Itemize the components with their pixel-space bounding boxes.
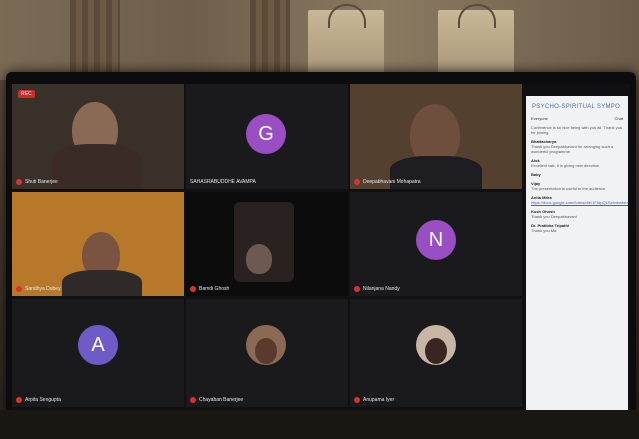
- desk-surface: [0, 410, 639, 439]
- mic-muted-icon: [190, 286, 196, 292]
- participant-name: Chayaban Banerjee: [190, 397, 243, 403]
- mic-muted-icon: [354, 179, 360, 185]
- chat-message: Vijay The presentation is useful to the …: [531, 181, 607, 191]
- participant-tile[interactable]: A Arpita Sengupta: [12, 299, 184, 407]
- participant-tile[interactable]: Chayaban Banerjee: [186, 299, 348, 407]
- participant-name: Deepabhavani Mohapatra: [354, 179, 421, 185]
- participant-name: Arpita Sengupta: [16, 397, 61, 403]
- recording-badge: REC: [18, 90, 35, 98]
- avatar: N: [416, 220, 456, 260]
- paper-bag: [438, 4, 514, 76]
- curtain: [70, 0, 120, 80]
- participant-tile[interactable]: Anupama Iyer: [350, 299, 522, 407]
- mic-muted-icon: [190, 397, 196, 403]
- participant-name: Shuti Banerjee: [16, 179, 58, 185]
- mic-muted-icon: [354, 286, 360, 292]
- avatar: [246, 325, 286, 365]
- chat-title: PSYCHO-SPIRITUAL SYMPO: [532, 104, 621, 110]
- chat-message: Alok Excellent talk, it is giving new di…: [531, 158, 601, 168]
- chat-message: Kush Ghosh Thank you Deepabhavani: [531, 209, 577, 219]
- chat-message: Anita Mitra https://docs.google.com/form…: [531, 195, 628, 205]
- participant-name: Sandhya Dubey: [16, 286, 61, 292]
- avatar: A: [78, 325, 118, 365]
- chat-message: Baby: [531, 172, 541, 177]
- avatar: [416, 325, 456, 365]
- participant-name: Nilanjana Nandy: [354, 286, 400, 292]
- mic-muted-icon: [354, 397, 360, 403]
- participant-tile[interactable]: G SAHASRABUDDHE AVAMPA: [186, 84, 348, 189]
- participant-name: Anupama Iyer: [354, 397, 394, 403]
- chat-to[interactable]: Chat: [615, 116, 623, 121]
- participant-tile[interactable]: REC Shuti Banerjee: [12, 84, 184, 189]
- participant-name: SAHASRABUDDHE AVAMPA: [190, 179, 256, 185]
- curtain: [250, 0, 290, 80]
- chat-recipient-row: Everyone Chat: [526, 114, 628, 123]
- participant-video: [62, 270, 142, 296]
- mic-muted-icon: [16, 179, 22, 185]
- participant-tile[interactable]: Sandhya Dubey: [12, 192, 184, 296]
- mic-muted-icon: [16, 397, 22, 403]
- chat-message: Bhattacharya Thank you Deepabhavani for …: [531, 139, 614, 154]
- participant-name: Bamdi Ghosh: [190, 286, 229, 292]
- mic-muted-icon: [16, 286, 22, 292]
- participant-tile[interactable]: Bamdi Ghosh: [186, 192, 348, 296]
- participant-tile[interactable]: N Nilanjana Nandy: [350, 192, 522, 296]
- participant-video: [52, 144, 142, 189]
- paper-bag: [308, 4, 384, 76]
- chat-from[interactable]: Everyone: [531, 116, 548, 121]
- chat-message: Conference is so nice being with you all…: [531, 125, 623, 135]
- chat-panel[interactable]: PSYCHO-SPIRITUAL SYMPO Everyone Chat Con…: [526, 96, 628, 410]
- participant-video: [246, 244, 272, 274]
- participant-tile[interactable]: Deepabhavani Mohapatra: [350, 84, 522, 189]
- avatar: G: [246, 114, 286, 154]
- chat-link[interactable]: https://docs.google.com/forms/d/e/1FAIpQ…: [531, 200, 628, 205]
- chat-message: Dr. Pratibha Tripathi Thank you Ma: [531, 223, 570, 233]
